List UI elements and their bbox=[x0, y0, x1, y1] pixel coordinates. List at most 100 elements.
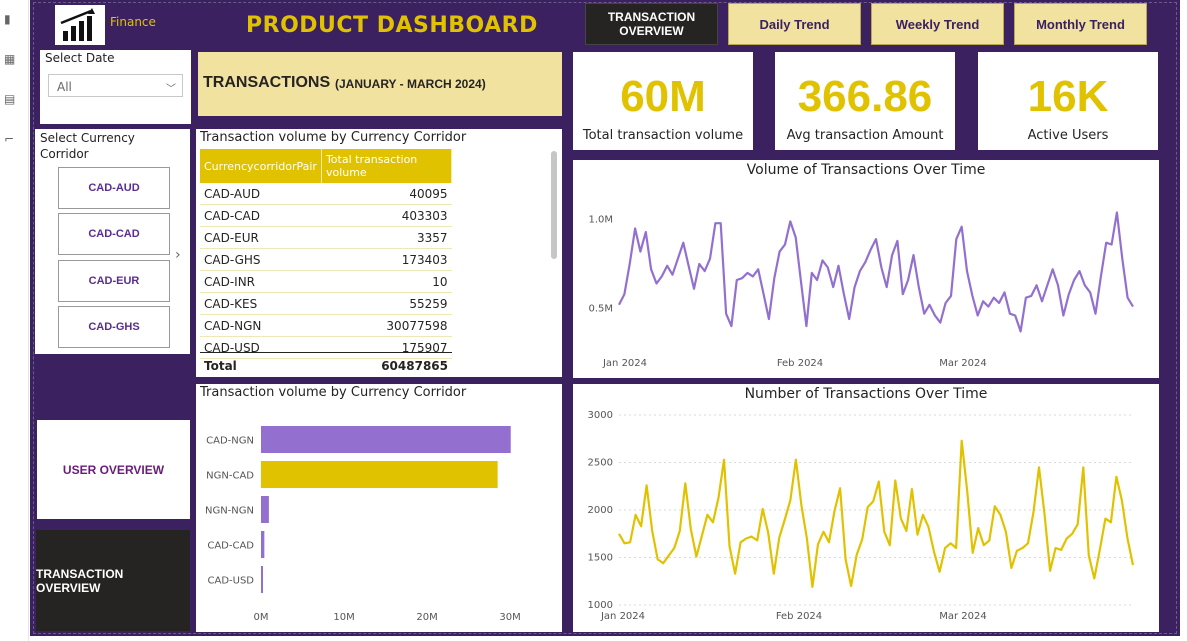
corridor-button-cad-cad[interactable]: CAD-CAD bbox=[58, 213, 170, 255]
table-row[interactable]: CAD-GHS 173403 bbox=[200, 248, 452, 271]
date-dropdown[interactable]: All ﹀ bbox=[48, 74, 183, 97]
x-tick-label: Mar 2024 bbox=[939, 611, 987, 622]
corridor-cell: CAD-AUD bbox=[200, 183, 322, 205]
kpi-card-active-users: 16K Active Users bbox=[978, 52, 1158, 150]
volume-cell: 173403 bbox=[321, 248, 452, 271]
brand-label: Finance bbox=[110, 15, 156, 29]
volume-cell: 403303 bbox=[321, 204, 452, 227]
x-tick-label: 30M bbox=[499, 612, 520, 623]
table-header-row: CurrencycorridorPair Total transaction v… bbox=[200, 149, 453, 183]
nav-transaction-overview-button[interactable]: TRANSACTION OVERVIEW bbox=[585, 3, 718, 45]
transactions-banner-title: TRANSACTIONS bbox=[203, 74, 331, 91]
volume-table: CurrencycorridorPair Total transaction v… bbox=[200, 149, 453, 359]
corridor-cell: CAD-KES bbox=[200, 292, 322, 315]
bar-category-label: CAD-USD bbox=[208, 576, 255, 587]
volume-table-visual: Transaction volume by Currency Corridor … bbox=[196, 129, 562, 377]
table-row[interactable]: CAD-CAD 403303 bbox=[200, 204, 452, 227]
currency-slicer-label: Select Currency Corridor bbox=[40, 131, 135, 161]
date-slicer-label: Select Date bbox=[45, 51, 115, 65]
x-tick-label: Mar 2024 bbox=[939, 358, 987, 369]
table-body: CAD-AUD 40095 CAD-CAD 403303 CAD-EUR 3357 CAD-… bbox=[200, 183, 452, 359]
user-overview-button[interactable]: USER OVERVIEW bbox=[37, 420, 190, 519]
corridor-button-cad-aud[interactable]: CAD-AUD bbox=[58, 167, 170, 209]
currency-corridor-slicer: Select Currency Corridor CAD-AUD CAD-CAD… bbox=[35, 129, 190, 354]
y-tick-label: 3000 bbox=[588, 410, 613, 421]
y-tick-label: 0.5M bbox=[588, 303, 613, 314]
column-header[interactable]: CurrencycorridorPair bbox=[200, 149, 322, 183]
bar-cad-usd bbox=[261, 566, 263, 593]
corridor-button-cad-eur[interactable]: CAD-EUR bbox=[58, 260, 170, 302]
kpi-label: Total transaction volume bbox=[582, 128, 744, 143]
kpi-value: 366.86 bbox=[797, 72, 933, 121]
series-line bbox=[618, 211, 1134, 333]
volume-line-chart-visual: Volume of Transactions Over Time 0.5M 1.0… bbox=[573, 160, 1159, 378]
x-tick-label: 0M bbox=[254, 612, 269, 623]
transaction-overview-button[interactable]: TRANSACTION OVERVIEW bbox=[36, 530, 190, 631]
bar-category-label: NGN-CAD bbox=[206, 471, 254, 482]
page-title: PRODUCT DASHBOARD bbox=[246, 13, 538, 38]
chevron-right-icon[interactable]: › bbox=[175, 247, 181, 263]
corridor-cell: CAD-NGN bbox=[200, 314, 322, 337]
volume-line-chart: 0.5M 1.0M Jan 2024 Feb 2024 Mar 2024 bbox=[588, 211, 1134, 369]
volume-cell: 10 bbox=[321, 270, 452, 293]
total-value: 60487865 bbox=[381, 359, 448, 373]
date-dropdown-value: All bbox=[57, 80, 72, 94]
nav-weekly-trend-button[interactable]: Weekly Trend bbox=[871, 3, 1004, 45]
kpi-label: Active Users bbox=[1027, 128, 1109, 143]
transactions-banner: TRANSACTIONS (JANUARY - MARCH 2024) bbox=[198, 52, 562, 116]
x-tick-label: 20M bbox=[416, 612, 437, 623]
volume-cell: 55259 bbox=[321, 292, 452, 315]
bar-category-label: CAD-CAD bbox=[207, 541, 254, 552]
count-line-chart: 1000 1500 2000 2500 3000 Jan 2024 Feb 2024 Mar … bbox=[588, 410, 1135, 622]
volume-table-title: Transaction volume by Currency Corridor bbox=[200, 130, 467, 145]
bar-cad-ngn bbox=[261, 426, 511, 453]
bar-category-label: CAD-NGN bbox=[206, 436, 254, 447]
corridor-cell: CAD-EUR bbox=[200, 226, 322, 249]
x-tick-label: 10M bbox=[333, 612, 354, 623]
y-tick-label: 2500 bbox=[588, 458, 613, 469]
nav-monthly-trend-button[interactable]: Monthly Trend bbox=[1014, 3, 1147, 45]
x-tick-label: Jan 2024 bbox=[600, 611, 645, 622]
bar-chart: CAD-NGN NGN-CAD NGN-NGN CAD-CAD CAD-USD 0M 10M… bbox=[205, 426, 521, 623]
report-view-icon[interactable]: ▮ bbox=[4, 12, 11, 26]
table-row[interactable]: CAD-AUD 40095 bbox=[200, 183, 452, 205]
table-row[interactable]: CAD-INR 10 bbox=[200, 270, 452, 293]
kpi-value: 60M bbox=[620, 72, 706, 121]
table-row[interactable]: CAD-NGN 30077598 bbox=[200, 314, 452, 337]
y-tick-label: 2000 bbox=[588, 505, 613, 516]
table-row[interactable]: CAD-KES 55259 bbox=[200, 292, 452, 315]
volume-cell: 30077598 bbox=[321, 314, 452, 337]
table-view-icon[interactable]: ▦ bbox=[4, 52, 15, 66]
volume-cell: 3357 bbox=[321, 226, 452, 249]
transactions-banner-range: (JANUARY - MARCH 2024) bbox=[335, 77, 486, 91]
dax-view-icon[interactable]: ⌐ bbox=[4, 132, 14, 146]
corridor-cell: CAD-GHS bbox=[200, 248, 322, 271]
bar-ngn-ngn bbox=[261, 496, 269, 523]
bar-cad-cad bbox=[261, 531, 265, 558]
y-tick-label: 1500 bbox=[588, 553, 613, 564]
count-line-chart-visual: Number of Transactions Over Time 1000 150… bbox=[573, 384, 1159, 632]
total-label: Total bbox=[204, 359, 237, 373]
bar-category-label: NGN-NGN bbox=[205, 506, 254, 517]
corridor-cell: CAD-CAD bbox=[200, 204, 322, 227]
date-slicer: Select Date All ﹀ bbox=[40, 50, 191, 124]
kpi-card-total-volume: 60M Total transaction volume bbox=[573, 52, 753, 150]
corridor-button-cad-ghs[interactable]: CAD-GHS bbox=[58, 306, 170, 348]
model-view-icon[interactable]: ▤ bbox=[4, 92, 15, 106]
chevron-down-icon: ﹀ bbox=[166, 84, 176, 95]
kpi-value: 16K bbox=[1027, 72, 1109, 121]
x-tick-label: Jan 2024 bbox=[602, 358, 647, 369]
x-tick-label: Feb 2024 bbox=[776, 611, 822, 622]
finance-logo bbox=[55, 5, 105, 45]
column-header[interactable]: Total transaction volume bbox=[321, 149, 453, 183]
table-total-row: Total 60487865 bbox=[200, 352, 452, 375]
kpi-card-avg-amount: 366.86 Avg transaction Amount bbox=[775, 52, 955, 150]
y-tick-label: 1000 bbox=[588, 600, 613, 611]
table-row[interactable]: CAD-EUR 3357 bbox=[200, 226, 452, 249]
x-tick-label: Feb 2024 bbox=[777, 358, 823, 369]
nav-daily-trend-button[interactable]: Daily Trend bbox=[728, 3, 861, 45]
volume-bar-chart-visual: Transaction volume by Currency Corridor … bbox=[196, 384, 562, 632]
y-tick-label: 1.0M bbox=[588, 215, 613, 226]
bar-chart-growth-icon bbox=[60, 8, 95, 41]
table-scrollbar[interactable] bbox=[551, 151, 557, 259]
